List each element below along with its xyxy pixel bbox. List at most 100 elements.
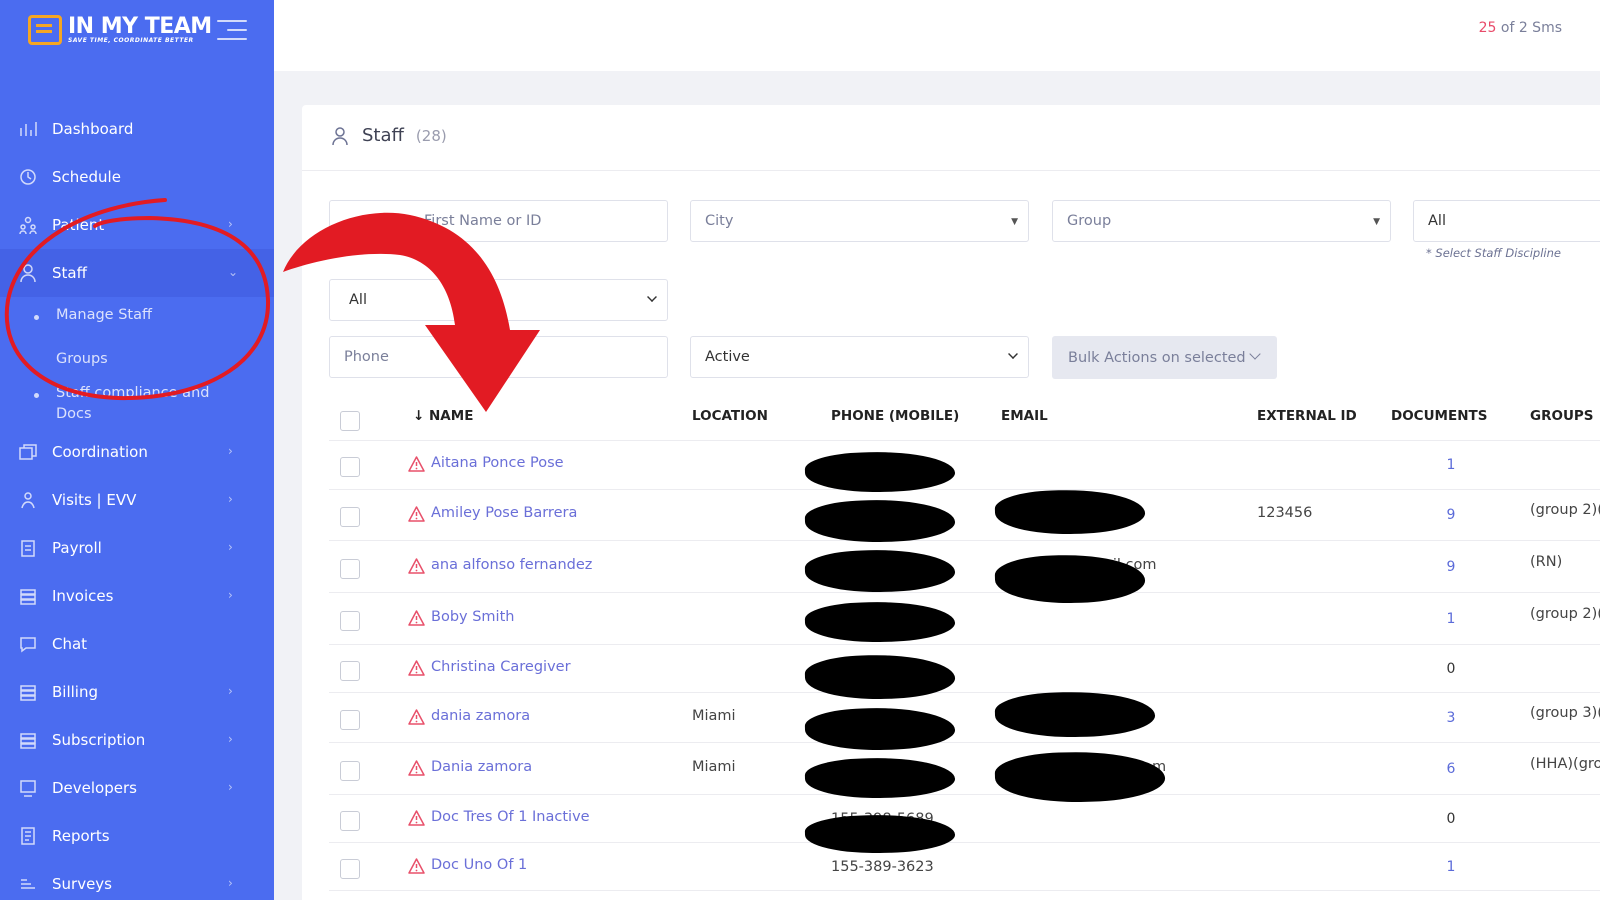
sidebar-item-label: Staff [52, 264, 87, 282]
staff-name-link[interactable]: dania zamora [431, 708, 530, 724]
sidebar-item-schedule[interactable]: Schedule [0, 153, 274, 201]
sub-item-manage-staff[interactable]: Manage Staff [56, 307, 152, 323]
card-header: Staff (28) [302, 105, 1600, 171]
row-checkbox[interactable] [340, 858, 360, 879]
row-divider [329, 540, 1600, 541]
staff-name-link[interactable]: Boby Smith [431, 609, 514, 625]
select-all-checkbox[interactable] [340, 411, 360, 431]
documents-count-link[interactable]: 3 [1441, 710, 1461, 726]
warning-icon [408, 456, 425, 472]
documents-count-link[interactable]: 6 [1441, 761, 1461, 777]
warning-icon [408, 557, 425, 574]
sidebar-item-label: Patient [52, 216, 105, 234]
brand-logo[interactable]: IN MY TEAM SAVE TIME, COORDINATE BETTER [28, 12, 212, 48]
chevron-right-icon: › [228, 588, 233, 602]
sidebar: IN MY TEAM SAVE TIME, COORDINATE BETTER … [0, 0, 274, 900]
staff-name-link[interactable]: Aitana Ponce Pose [431, 455, 564, 471]
groups-cell: (HHA)(gro [1530, 755, 1600, 772]
chat-bubble-icon [28, 15, 62, 45]
sidebar-item-coordination[interactable]: Coordination › [0, 428, 274, 476]
documents-count-link[interactable]: 1 [1441, 859, 1461, 875]
chevron-right-icon: › [228, 876, 233, 890]
sidebar-item-subscription[interactable]: Subscription › [0, 716, 274, 764]
clipboard-icon [18, 538, 38, 558]
page-title: Staff [362, 125, 404, 146]
row-divider [329, 842, 1600, 843]
brand-title: IN MY TEAM [68, 14, 212, 39]
bullet-dot [34, 393, 39, 398]
sidebar-item-dashboard[interactable]: Dashboard [0, 105, 274, 153]
staff-count: (28) [415, 126, 447, 145]
sidebar-item-reports[interactable]: Reports [0, 812, 274, 860]
bulk-actions-button[interactable]: Bulk Actions on selected [1052, 336, 1277, 379]
type-select[interactable]: All [329, 279, 668, 321]
row-checkbox[interactable] [340, 709, 360, 730]
chevron-right-icon: › [228, 780, 233, 794]
location-cell: Miami [692, 707, 736, 724]
column-header-email[interactable]: EMAIL [1001, 408, 1048, 424]
row-checkbox[interactable] [340, 660, 360, 681]
documents-count-link[interactable]: 9 [1441, 507, 1461, 523]
row-divider [329, 794, 1600, 795]
discipline-select[interactable]: All [1413, 200, 1600, 242]
sub-item-docs[interactable]: Docs [56, 406, 92, 422]
staff-name-link[interactable]: Doc Tres Of 1 Inactive [431, 809, 590, 825]
row-checkbox[interactable] [340, 558, 360, 579]
warning-icon [408, 659, 425, 676]
sidebar-item-surveys[interactable]: Surveys › [0, 860, 274, 900]
header-divider [329, 440, 1600, 441]
groups-cell: (RN) [1530, 553, 1563, 570]
row-checkbox[interactable] [340, 610, 360, 631]
sidebar-item-label: Subscription [52, 731, 146, 749]
staff-name-link[interactable]: ana alfonso fernandez [431, 557, 592, 573]
row-divider [329, 644, 1600, 645]
menu-icon[interactable] [217, 20, 247, 42]
chart-icon [18, 119, 38, 139]
row-checkbox[interactable] [340, 760, 360, 781]
city-select[interactable]: City ▼ [690, 200, 1029, 242]
column-header-phone-mobile[interactable]: PHONE (MOBILE) [831, 408, 959, 424]
column-header-documents[interactable]: DOCUMENTS [1391, 408, 1487, 424]
sidebar-item-chat[interactable]: Chat [0, 620, 274, 668]
warning-icon [408, 708, 425, 725]
sidebar-item-invoices[interactable]: Invoices › [0, 572, 274, 620]
documents-count-link[interactable]: 1 [1441, 457, 1461, 473]
people-icon [18, 215, 38, 235]
sub-item-groups[interactable]: Groups [56, 351, 108, 367]
documents-count-link: 0 [1446, 810, 1456, 827]
survey-icon [18, 874, 38, 894]
brand-tagline: SAVE TIME, COORDINATE BETTER [68, 37, 194, 44]
row-checkbox[interactable] [340, 507, 360, 527]
sidebar-item-patient[interactable]: Patient › [0, 201, 274, 249]
group-select[interactable]: Group ▼ [1052, 200, 1391, 242]
chevron-right-icon: › [228, 684, 233, 698]
status-select[interactable]: Active [690, 336, 1029, 378]
search-input[interactable]: First Name or ID [329, 200, 668, 242]
row-checkbox[interactable] [340, 810, 360, 831]
column-header-name[interactable]: ↓ NAME [413, 408, 473, 424]
documents-count-link[interactable]: 9 [1441, 559, 1461, 575]
staff-name-link[interactable]: Dania zamora [431, 759, 532, 775]
row-divider [329, 489, 1600, 490]
sidebar-item-label: Dashboard [52, 120, 134, 138]
column-header-location[interactable]: LOCATION [692, 408, 768, 424]
column-header-groups[interactable]: GROUPS [1530, 408, 1594, 424]
sidebar-item-label: Schedule [52, 168, 121, 186]
chevron-right-icon: › [228, 540, 233, 554]
sidebar-item-visits-evv[interactable]: Visits | EVV › [0, 476, 274, 524]
sub-item-staff-compliance[interactable]: Staff compliance and [56, 385, 209, 401]
sidebar-item-label: Visits | EVV [52, 491, 137, 509]
sidebar-item-billing[interactable]: Billing › [0, 668, 274, 716]
sidebar-item-developers[interactable]: Developers › [0, 764, 274, 812]
warning-icon [408, 506, 425, 522]
staff-name-link[interactable]: Doc Uno Of 1 [431, 857, 527, 873]
phone-input[interactable]: Phone [329, 336, 668, 378]
sidebar-item-payroll[interactable]: Payroll › [0, 524, 274, 572]
staff-name-link[interactable]: Christina Caregiver [431, 659, 571, 675]
documents-count-link[interactable]: 1 [1441, 611, 1461, 627]
sidebar-item-staff[interactable]: Staff ⌄ [0, 249, 274, 297]
row-checkbox[interactable] [340, 457, 360, 477]
column-header-external-id[interactable]: EXTERNAL ID [1257, 408, 1357, 424]
document-icon [18, 826, 38, 846]
staff-name-link[interactable]: Amiley Pose Barrera [431, 505, 577, 521]
